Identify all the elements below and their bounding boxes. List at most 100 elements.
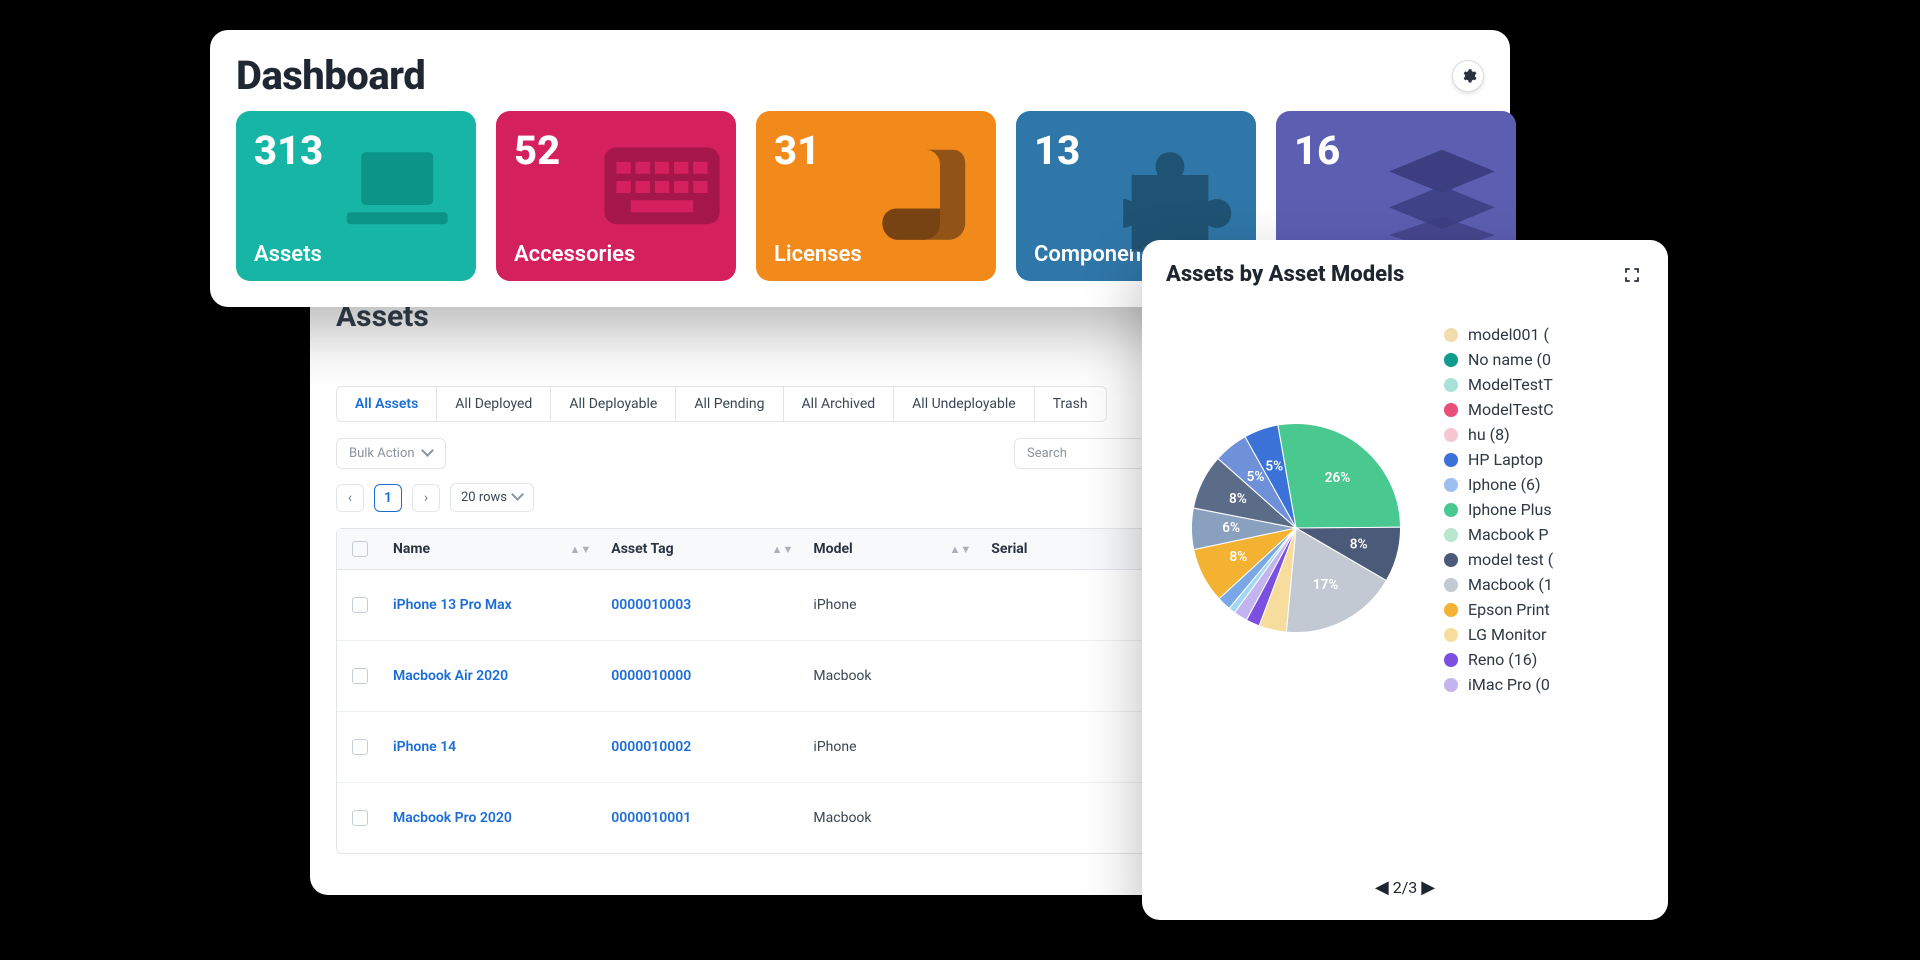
table-row: iPhone 140000010002iPhone (337, 712, 1263, 783)
legend-label: ModelTestT (1468, 375, 1553, 394)
chevron-down-icon (423, 449, 433, 459)
legend-label: LG Monitor (1468, 625, 1546, 644)
tab-all-undeployable[interactable]: All Undeployable (894, 387, 1035, 421)
legend-item[interactable]: Macbook (1 (1444, 575, 1644, 594)
select-all-checkbox[interactable] (352, 541, 368, 557)
tile-label: Licenses (774, 242, 862, 267)
pie-slice-label: 26% (1325, 470, 1351, 486)
asset-model: iPhone (803, 719, 981, 775)
laptop-icon (342, 145, 462, 255)
tabs: All AssetsAll DeployedAll DeployableAll … (336, 386, 1107, 422)
legend-label: Reno (16) (1468, 650, 1537, 669)
sort-icon[interactable]: ▲▼ (950, 543, 972, 556)
page-number[interactable]: 1 (374, 484, 402, 512)
table-row: Macbook Air 20200000010000Macbook (337, 641, 1263, 712)
legend-color (1444, 403, 1458, 417)
table-header: Name▲▼ Asset Tag▲▼ Model▲▼ Serial Action… (337, 529, 1263, 570)
scroll-icon (862, 145, 982, 255)
legend: model001 ( No name (0 ModelTestT ModelTestC… (1444, 325, 1644, 694)
rows-label: 20 rows (461, 490, 507, 505)
table-row: iPhone 13 Pro Max0000010003iPhone (337, 570, 1263, 641)
legend-label: Macbook (1 (1468, 575, 1553, 594)
gear-icon (1460, 67, 1477, 84)
tab-all-assets[interactable]: All Assets (337, 387, 437, 421)
legend-item[interactable]: Epson Print (1444, 600, 1644, 619)
legend-label: Epson Print (1468, 600, 1550, 619)
row-checkbox[interactable] (352, 668, 368, 684)
tab-trash[interactable]: Trash (1035, 387, 1106, 421)
pie-slice-label: 17% (1313, 577, 1339, 593)
asset-tag-link[interactable]: 0000010000 (601, 648, 803, 704)
asset-serial (981, 656, 1143, 696)
legend-color (1444, 378, 1458, 392)
asset-name-link[interactable]: Macbook Air 2020 (383, 648, 601, 704)
tab-all-archived[interactable]: All Archived (784, 387, 895, 421)
pie-slice-label: 8% (1229, 491, 1247, 507)
row-checkbox[interactable] (352, 597, 368, 613)
legend-item[interactable]: Reno (16) (1444, 650, 1644, 669)
legend-label: Iphone Plus (1468, 500, 1552, 519)
toolbar: Bulk Action Search (336, 438, 1264, 469)
pager: ‹ 1 › 20 rows (336, 483, 1264, 512)
legend-item[interactable]: iMac Pro (0 (1444, 675, 1644, 694)
legend-label: hu (8) (1468, 425, 1510, 444)
next-page-button[interactable]: › (412, 484, 440, 512)
legend-item[interactable]: ModelTestC (1444, 400, 1644, 419)
bulk-action-select[interactable]: Bulk Action (336, 438, 446, 469)
legend-color (1444, 628, 1458, 642)
legend-label: HP Laptop (1468, 450, 1543, 469)
legend-item[interactable]: hu (8) (1444, 425, 1644, 444)
tab-all-deployable[interactable]: All Deployable (551, 387, 676, 421)
tile-assets[interactable]: 313Assets (236, 111, 476, 281)
puzzle-icon (1122, 145, 1242, 255)
asset-tag-link[interactable]: 0000010001 (601, 790, 803, 846)
row-checkbox[interactable] (352, 739, 368, 755)
legend-item[interactable]: HP Laptop (1444, 450, 1644, 469)
legend-color (1444, 603, 1458, 617)
legend-page: 2/3 (1393, 878, 1418, 897)
settings-button[interactable] (1452, 60, 1484, 92)
legend-color (1444, 503, 1458, 517)
col-tag: Asset Tag▲▼ (601, 529, 803, 569)
table-row: Macbook Pro 20200000010001Macbook (337, 783, 1263, 853)
tile-label: Assets (254, 242, 322, 267)
legend-label: Macbook P (1468, 525, 1548, 544)
asset-name-link[interactable]: Macbook Pro 2020 (383, 790, 601, 846)
bulk-action-label: Bulk Action (349, 446, 415, 461)
tab-all-deployed[interactable]: All Deployed (437, 387, 551, 421)
legend-item[interactable]: LG Monitor (1444, 625, 1644, 644)
row-checkbox[interactable] (352, 810, 368, 826)
prev-page-button[interactable]: ‹ (336, 484, 364, 512)
pie-slice-label: 5% (1265, 459, 1283, 475)
asset-name-link[interactable]: iPhone 14 (383, 719, 601, 775)
tile-accessories[interactable]: 52Accessories (496, 111, 736, 281)
legend-item[interactable]: model test ( (1444, 550, 1644, 569)
legend-item[interactable]: model001 ( (1444, 325, 1644, 344)
fullscreen-button[interactable] (1620, 263, 1644, 287)
legend-item[interactable]: Macbook P (1444, 525, 1644, 544)
pie-slice-label: 5% (1247, 469, 1265, 485)
pie-slice-label: 8% (1229, 549, 1247, 565)
rows-per-page-select[interactable]: 20 rows (450, 483, 534, 512)
asset-name-link[interactable]: iPhone 13 Pro Max (383, 577, 601, 633)
legend-item[interactable]: Iphone Plus (1444, 500, 1644, 519)
tab-all-pending[interactable]: All Pending (676, 387, 783, 421)
legend-item[interactable]: Iphone (6) (1444, 475, 1644, 494)
chart-pagination: ◀ 2/3 ▶ (1142, 877, 1668, 898)
keyboard-icon (602, 145, 722, 255)
tile-licenses[interactable]: 31Licenses (756, 111, 996, 281)
legend-prev-button[interactable]: ◀ (1375, 877, 1389, 898)
asset-tag-link[interactable]: 0000010002 (601, 719, 803, 775)
legend-item[interactable]: ModelTestT (1444, 375, 1644, 394)
pie-slice-label: 6% (1222, 520, 1240, 536)
legend-label: iMac Pro (0 (1468, 675, 1550, 694)
search-placeholder: Search (1027, 446, 1067, 461)
legend-label: No name (0 (1468, 350, 1551, 369)
legend-next-button[interactable]: ▶ (1421, 877, 1435, 898)
sort-icon[interactable]: ▲▼ (570, 543, 592, 556)
col-model: Model▲▼ (803, 529, 981, 569)
legend-label: Iphone (6) (1468, 475, 1541, 494)
asset-tag-link[interactable]: 0000010003 (601, 577, 803, 633)
sort-icon[interactable]: ▲▼ (772, 543, 794, 556)
legend-item[interactable]: No name (0 (1444, 350, 1644, 369)
